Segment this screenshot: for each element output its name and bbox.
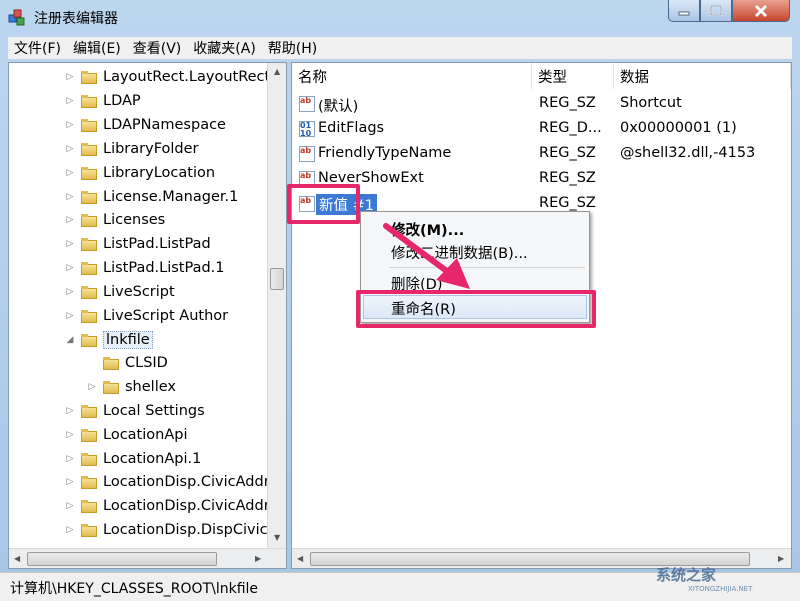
status-path: 计算机\HKEY_CLASSES_ROOT\lnkfile xyxy=(10,581,259,597)
watermark-site: XITONGZHIJIA.NET xyxy=(688,585,753,593)
watermark-logo: 系统之家 xyxy=(656,566,717,584)
annotation-arrow-icon xyxy=(383,223,470,289)
registry-editor-window: 注册表编辑器 文件(F) 编辑(E) 查看(V) 收藏夹(A) 帮助(H) ▷ L… xyxy=(0,0,800,601)
